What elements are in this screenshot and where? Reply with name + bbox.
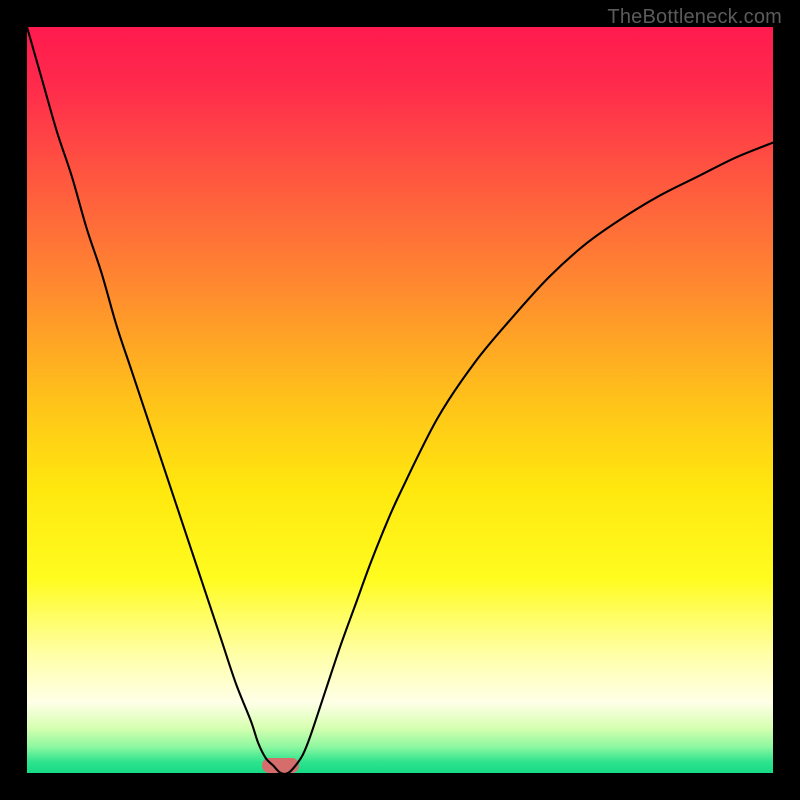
bottleneck-curve [27, 27, 773, 773]
chart-frame: TheBottleneck.com [0, 0, 800, 800]
watermark-text: TheBottleneck.com [607, 6, 782, 29]
plot-area [27, 27, 773, 773]
curve-layer [27, 27, 773, 773]
